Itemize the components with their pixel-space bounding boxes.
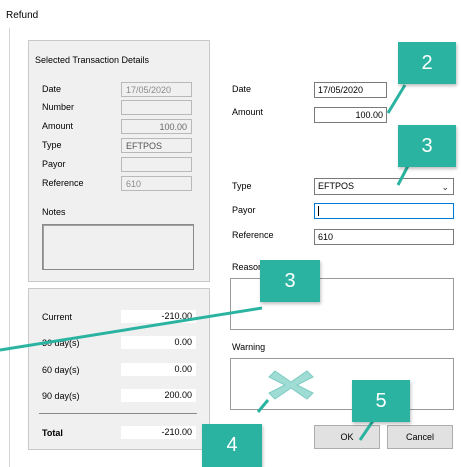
pointer-line-amount <box>386 84 407 114</box>
callout-5: 5 <box>352 380 410 422</box>
pointer-line-reason <box>0 306 263 352</box>
close-icon <box>266 368 316 402</box>
callout-3-type: 3 <box>398 125 456 167</box>
callout-2: 2 <box>398 42 456 84</box>
callout-4: 4 <box>202 424 262 467</box>
refund-window: Refund Selected Transaction Details Date… <box>0 0 461 467</box>
callout-3-reason: 3 <box>260 260 320 302</box>
